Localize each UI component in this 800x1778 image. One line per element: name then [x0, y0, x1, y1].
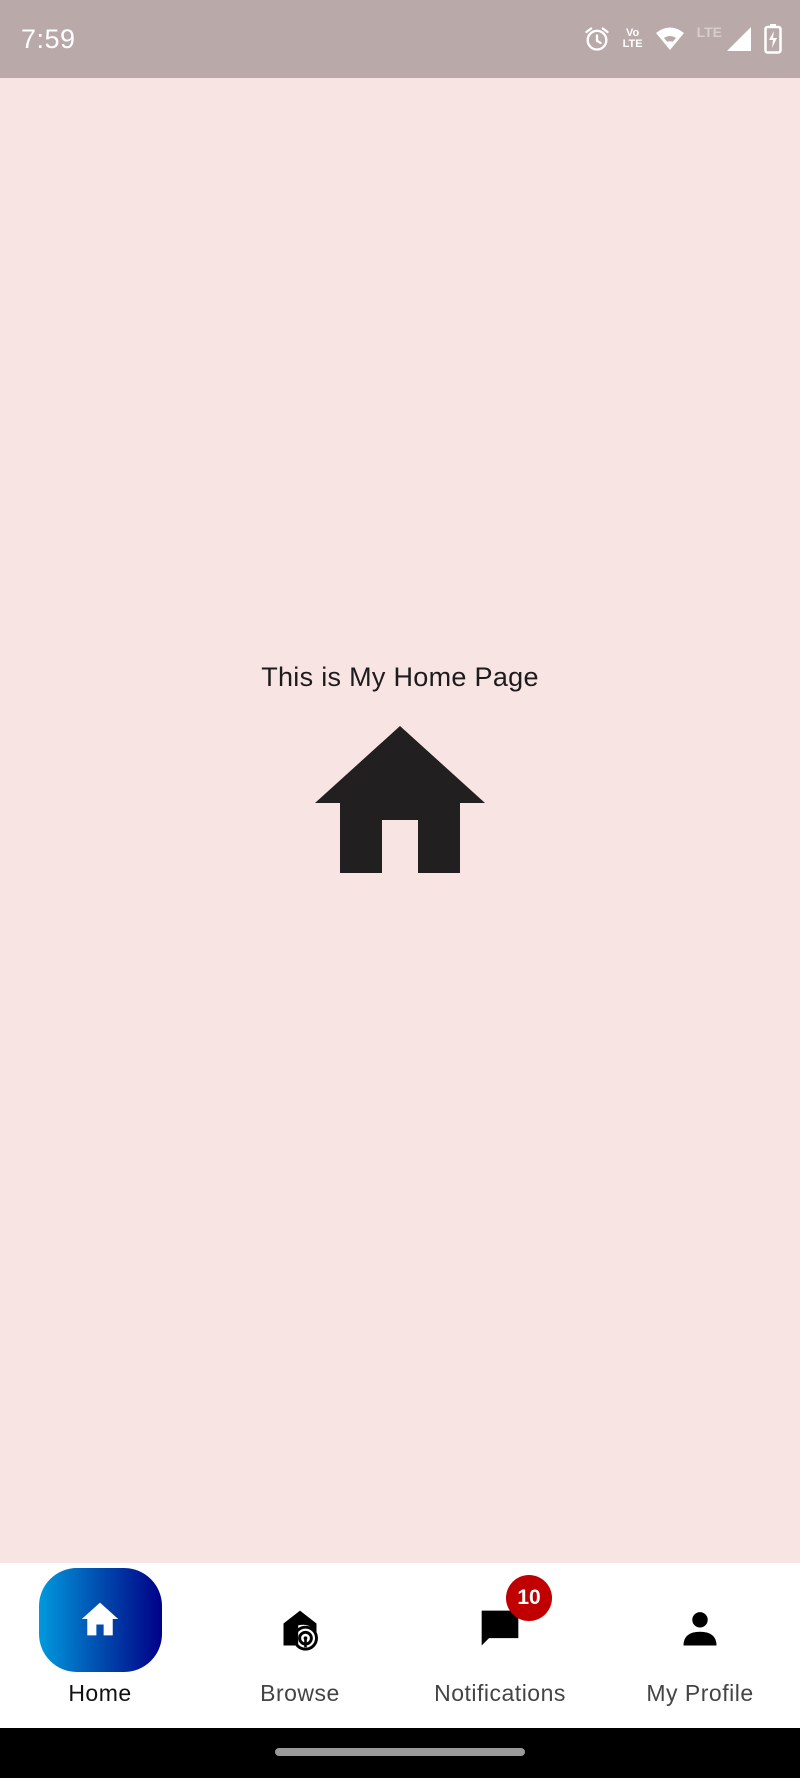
alarm-icon — [583, 25, 611, 53]
lte-label: LTE — [696, 24, 722, 40]
volte-bottom-label: LTE — [622, 38, 643, 50]
home-icon — [78, 1599, 122, 1644]
nav-item-my-profile[interactable]: My Profile — [600, 1563, 800, 1728]
nav-item-browse[interactable]: Browse — [200, 1563, 400, 1728]
browse-icon — [278, 1607, 322, 1656]
system-gesture-bar — [0, 1728, 800, 1778]
volte-icon: Vo LTE — [623, 28, 643, 50]
status-bar: 7:59 Vo LTE LTE — [0, 0, 800, 78]
nav-item-home[interactable]: Home — [0, 1563, 200, 1728]
main-content: This is My Home Page — [0, 78, 800, 1563]
nav-label-home: Home — [68, 1680, 132, 1706]
signal-icon — [726, 26, 752, 52]
person-icon — [678, 1607, 722, 1656]
home-icon — [315, 724, 485, 879]
nav-item-notifications[interactable]: Notifications — [400, 1563, 600, 1728]
gesture-handle[interactable] — [275, 1748, 525, 1756]
page-title: This is My Home Page — [261, 662, 539, 692]
notification-badge: 10 — [506, 1575, 552, 1621]
nav-label-my-profile: My Profile — [646, 1680, 754, 1706]
bottom-navigation: Home Browse Notifications 10 My Profile — [0, 1563, 800, 1728]
nav-label-notifications: Notifications — [434, 1680, 566, 1706]
wifi-icon — [655, 26, 685, 52]
status-icons: Vo LTE LTE — [583, 24, 782, 54]
battery-icon — [764, 24, 782, 54]
status-time: 7:59 — [21, 23, 76, 54]
nav-label-browse: Browse — [260, 1680, 340, 1706]
